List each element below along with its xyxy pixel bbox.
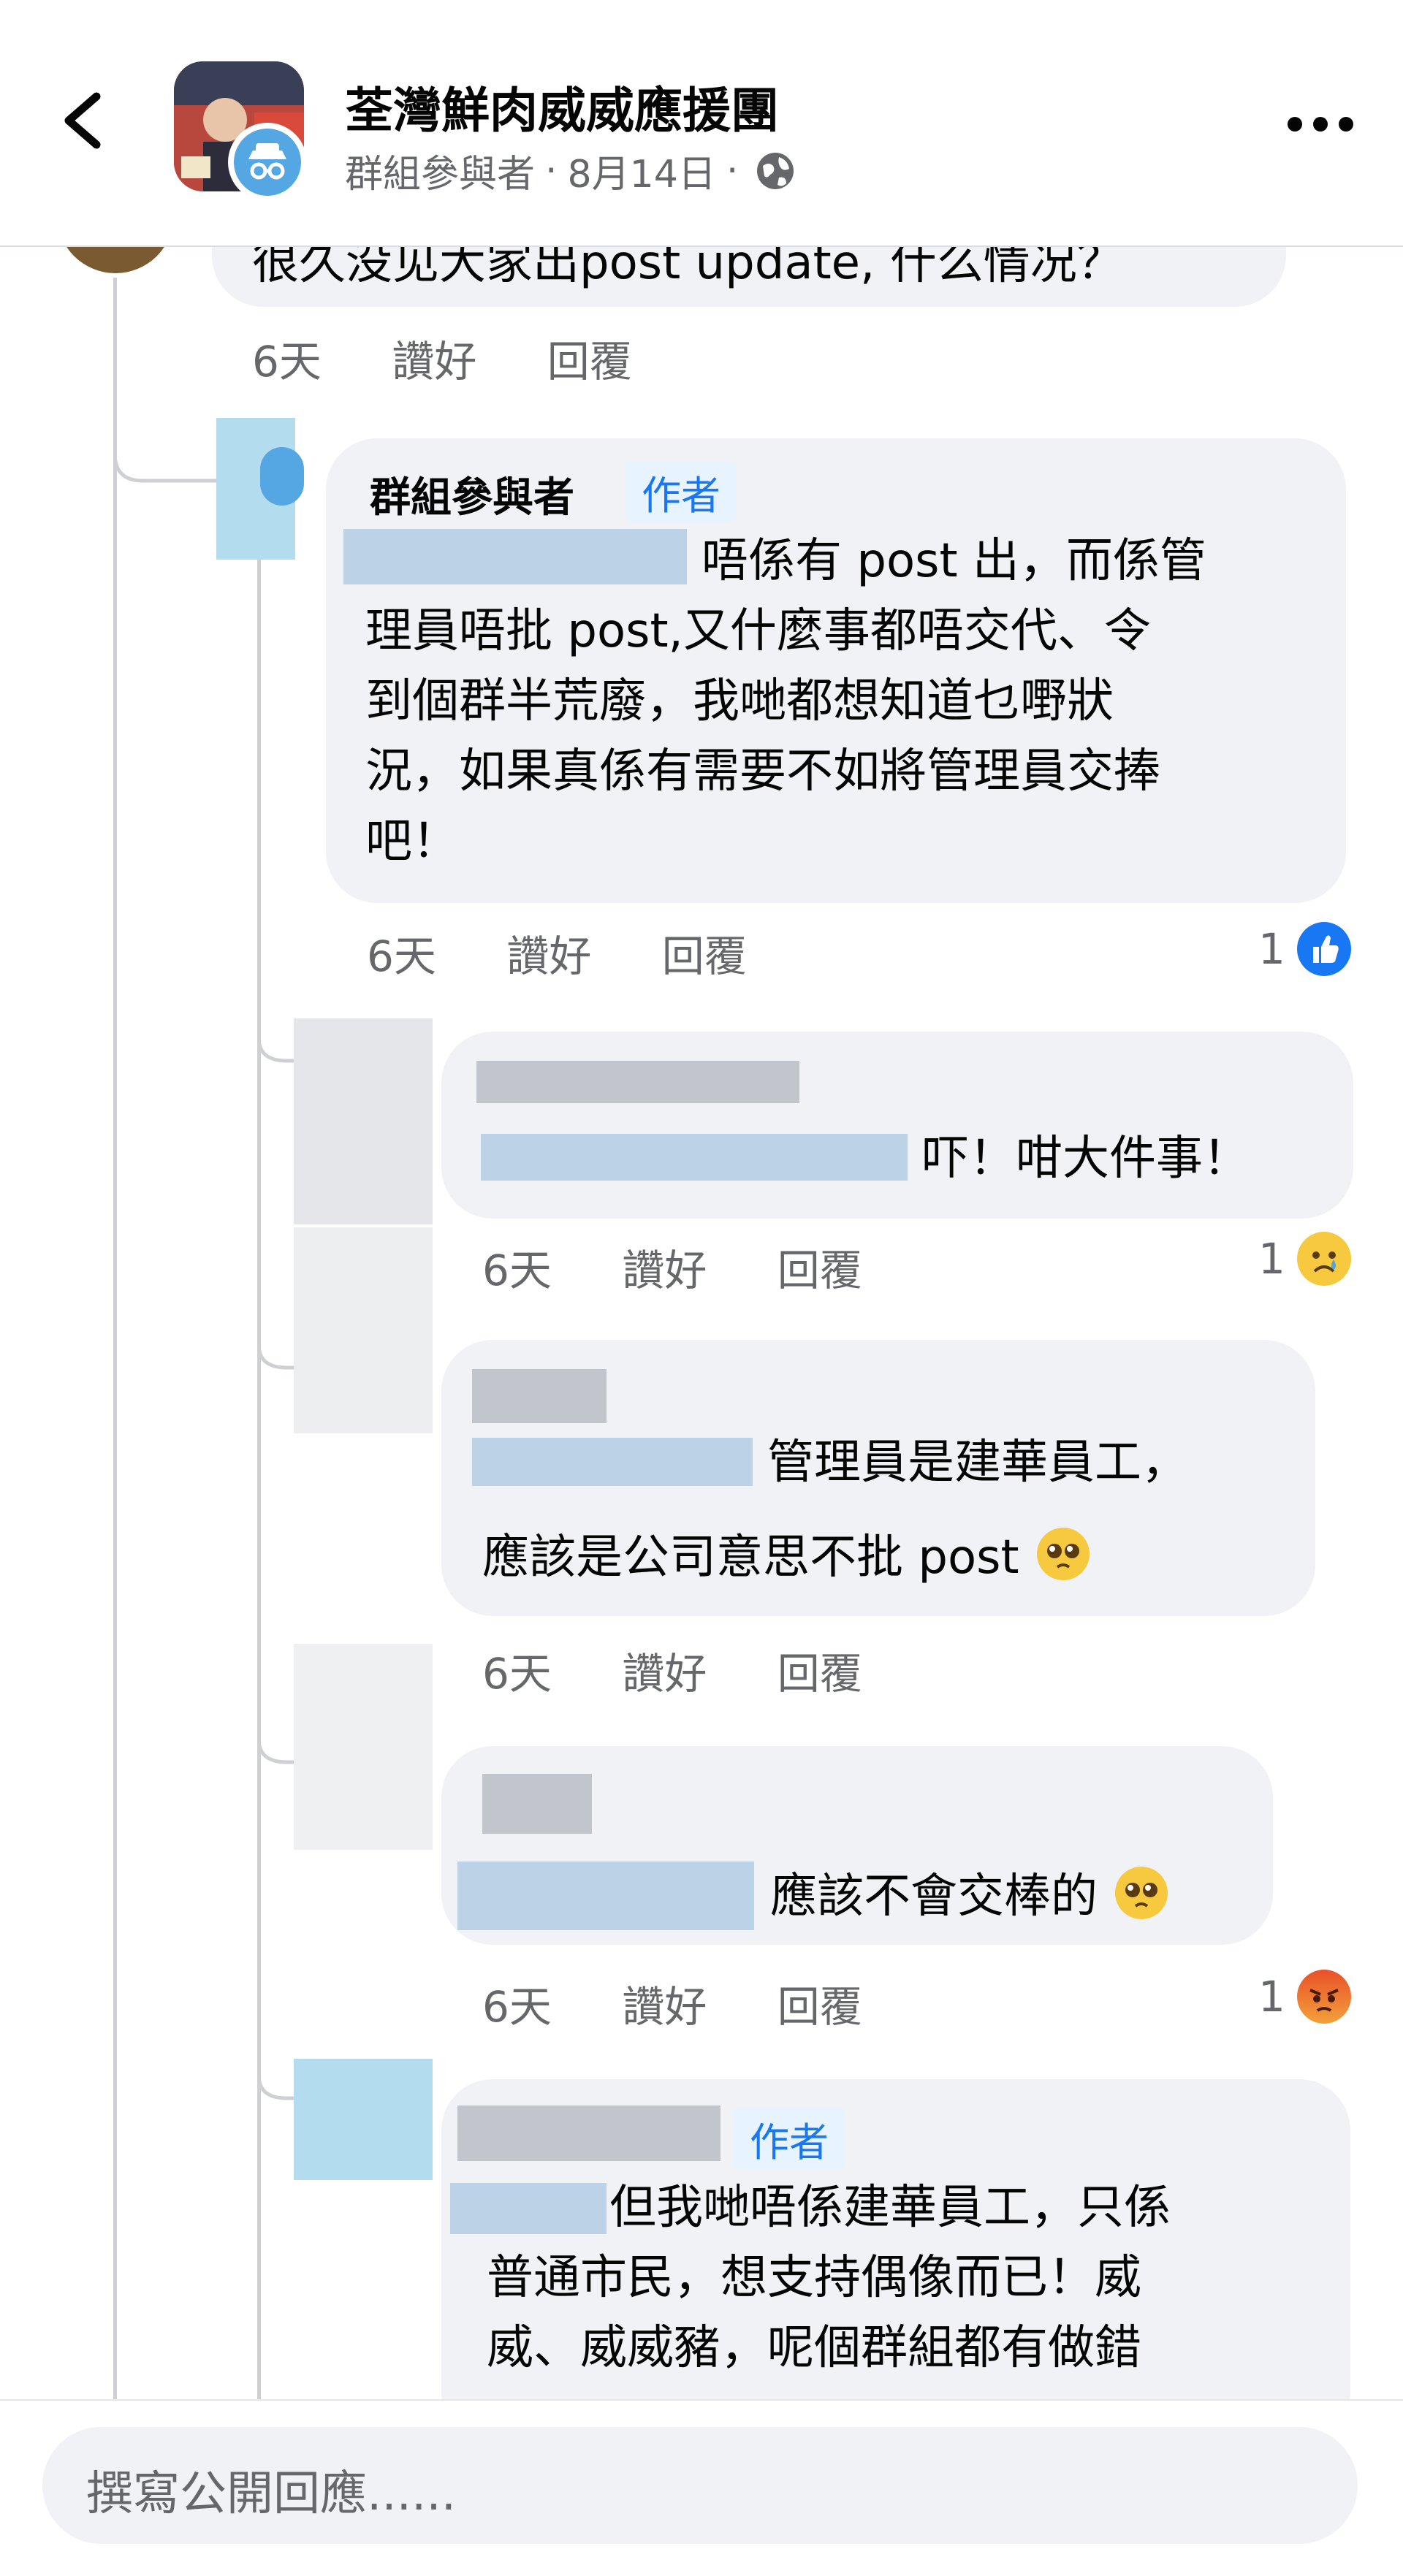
mention-redacted [450, 2183, 607, 2234]
comment-text-line: 理員唔批 post,又什麼事都唔交代、令 [365, 604, 1151, 658]
reaction-count: 1 [1258, 1234, 1285, 1284]
comment-text-line: 應該是公司意思不批 post [482, 1523, 1090, 1593]
commenter-avatar[interactable] [294, 2059, 433, 2180]
thread-line [113, 278, 117, 2411]
commenter-avatar[interactable] [294, 1227, 433, 1433]
post-date[interactable]: 8月14日 [568, 143, 716, 198]
reaction-count: 1 [1258, 1972, 1285, 2021]
mention-redacted [472, 1438, 753, 1486]
comment-actions: 6天 讚好 回覆 [482, 1639, 919, 1701]
comment-text-line: 但我哋唔係建華員工，只係 [609, 2181, 1171, 2235]
thread-connector [113, 431, 223, 483]
comment-actions: 6天 讚好 回覆 [482, 1973, 919, 2034]
thread-connector [257, 2046, 295, 2100]
thread-line [257, 504, 261, 2411]
commenter-avatar[interactable] [294, 1018, 433, 1224]
sad-icon [1296, 1232, 1351, 1286]
comment-text-line: 威、威威豬，呢個群組都有做錯 [487, 2321, 1141, 2375]
post-author[interactable]: 群組參與者 [345, 143, 535, 198]
comment-text-line: 吧！ [365, 815, 459, 869]
reaction-summary[interactable]: 1 [1258, 1970, 1351, 2024]
mention-redacted [457, 1861, 754, 1930]
like-button[interactable]: 讚好 [622, 1982, 707, 2032]
thread-connector [257, 1315, 295, 1370]
comment-text-line: 管理員是建華員工， [767, 1436, 1188, 1490]
back-button[interactable] [51, 80, 117, 161]
commenter-name-redacted[interactable] [472, 1369, 607, 1423]
angry-icon [1296, 1970, 1351, 2024]
comment-actions: 6天 讚好 回覆 [252, 327, 689, 389]
comment-time: 6天 [367, 931, 436, 981]
reply-button[interactable]: 回覆 [662, 931, 747, 981]
pleading-face-icon [1115, 1867, 1168, 1919]
comment-time: 6天 [482, 1649, 552, 1699]
comment-time: 6天 [482, 1246, 552, 1295]
comment-text-segment: 應該不會交棒的 [770, 1870, 1098, 1924]
commenter-name-redacted[interactable] [476, 1061, 799, 1103]
mention-redacted [343, 529, 687, 584]
composer-placeholder: 撰寫公開回應...... [86, 2467, 457, 2521]
pleading-face-icon [1036, 1528, 1090, 1580]
comment-text-line: 唔係有 post 出，而係管 [702, 534, 1206, 588]
comment-text: 應該不會交棒的 [770, 1861, 1168, 1932]
post-header: 荃灣鮮肉威威應援團 群組參與者 · 8月14日 · [0, 0, 1403, 247]
commenter-name-redacted[interactable] [482, 1774, 592, 1834]
comment-text-segment: 應該是公司意思不批 post [482, 1531, 1019, 1585]
reply-button[interactable]: 回覆 [547, 337, 632, 386]
comment-text-line: 況，如果真係有需要不如將管理員交捧 [365, 744, 1160, 799]
post-meta: 群組參與者 · 8月14日 · [345, 143, 796, 198]
chevron-left-icon [64, 92, 101, 149]
thread-connector [257, 1710, 295, 1764]
meta-separator: · [545, 148, 558, 193]
commenter-avatar[interactable] [294, 1644, 433, 1850]
comment-text: 吓！咁大件事！ [922, 1132, 1250, 1186]
comment-text-line: 到個群半荒廢，我哋都想知道乜嘢狀 [365, 674, 1114, 728]
group-title[interactable]: 荃灣鮮肉威威應援團 [345, 72, 779, 142]
more-icon [1288, 117, 1353, 132]
reaction-count: 1 [1258, 924, 1285, 974]
like-button[interactable]: 讚好 [622, 1246, 707, 1295]
comment-text-line: 普通市民，想支持偶像而已！威 [487, 2251, 1141, 2305]
comment-time: 6天 [252, 337, 322, 386]
comment-actions: 6天 讚好 回覆 [482, 1236, 919, 1297]
comment-actions: 6天 讚好 回覆 [367, 922, 804, 983]
mention-redacted [481, 1134, 908, 1181]
like-button[interactable]: 讚好 [622, 1649, 707, 1699]
reply-composer-input[interactable]: 撰寫公開回應...... [42, 2427, 1358, 2544]
more-options-button[interactable] [1280, 102, 1361, 146]
comment-time: 6天 [482, 1982, 552, 2032]
reply-button[interactable]: 回覆 [777, 1246, 862, 1295]
anonymous-participant-icon [228, 123, 307, 202]
like-button[interactable]: 讚好 [506, 931, 591, 981]
like-icon [1296, 922, 1351, 976]
reply-button[interactable]: 回覆 [777, 1982, 862, 2032]
author-badge: 作者 [626, 462, 737, 522]
thread-connector [257, 1008, 295, 1063]
like-button[interactable]: 讚好 [392, 337, 476, 386]
author-badge: 作者 [734, 2108, 845, 2169]
globe-icon [754, 150, 796, 192]
commenter-name[interactable]: 群組參與者 [370, 465, 574, 524]
meta-separator: · [726, 148, 739, 193]
reaction-summary[interactable]: 1 [1258, 1232, 1351, 1286]
commenter-avatar[interactable] [216, 418, 304, 560]
reply-button[interactable]: 回覆 [777, 1649, 862, 1699]
commenter-name-redacted[interactable] [457, 2106, 720, 2161]
reaction-summary[interactable]: 1 [1258, 922, 1351, 976]
